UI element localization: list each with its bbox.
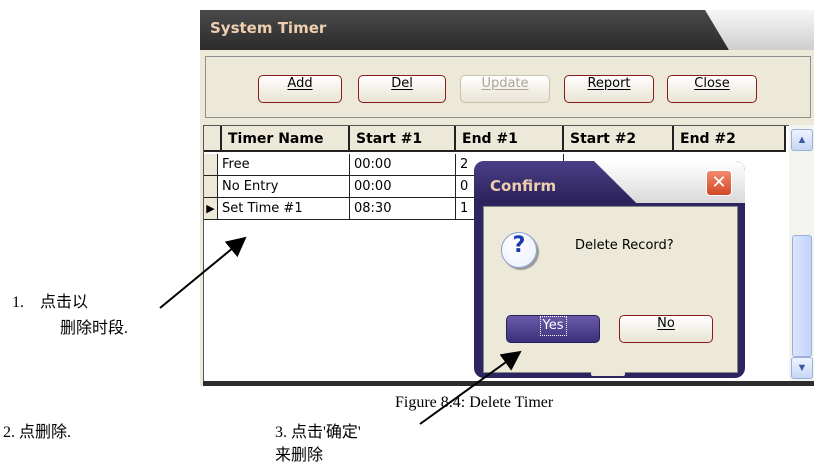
annotation-step3-line2: 来删除 [275,447,324,464]
annotation-step1-line2: 删除时段. [60,320,129,337]
annotation-step2: 2. 点删除. [3,424,72,441]
annotation-step3-line1: 3. 点击'确定' [275,424,361,441]
figure-caption: Figure 8.4: Delete Timer [395,394,554,411]
arrow-step1 [159,236,247,309]
annotation-step1-line1: 1. 点击以 [12,294,89,311]
arrow-step3 [419,350,522,425]
